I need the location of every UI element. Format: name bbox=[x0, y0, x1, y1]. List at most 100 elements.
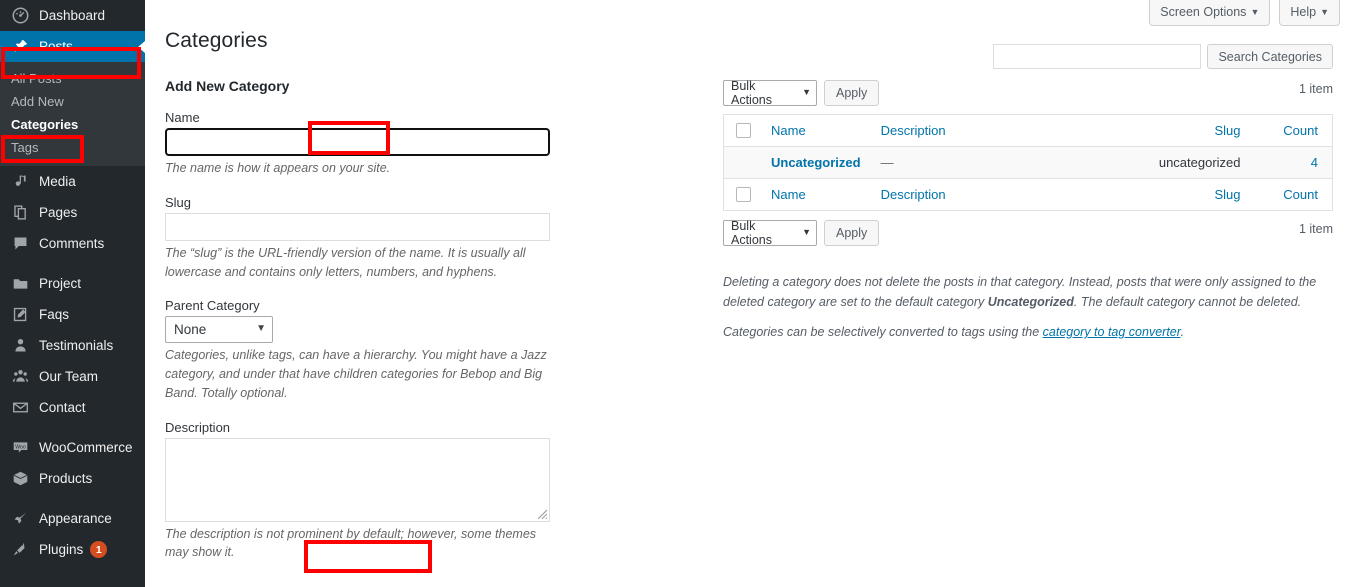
woo-icon: Woo bbox=[10, 438, 30, 458]
convert-notice: Categories can be selectively converted … bbox=[723, 322, 1333, 342]
select-all-checkbox-footer[interactable] bbox=[736, 187, 751, 202]
sidebar-item-label: Appearance bbox=[39, 511, 112, 526]
name-hint: The name is how it appears on your site. bbox=[165, 159, 557, 178]
parent-category-label: Parent Category bbox=[165, 298, 565, 313]
table-body: Uncategorized — uncategorized 4 bbox=[724, 147, 1333, 179]
sidebar-item-add-new[interactable]: Add New bbox=[0, 90, 145, 113]
edit-icon bbox=[10, 305, 30, 325]
sidebar-item-tags[interactable]: Tags bbox=[0, 136, 145, 159]
column-label-slug: Slug bbox=[1214, 187, 1240, 202]
category-description-textarea[interactable] bbox=[165, 438, 550, 522]
apply-button-bottom[interactable]: Apply bbox=[824, 220, 879, 246]
sidebar-item-label: All Posts bbox=[11, 71, 62, 86]
sidebar-item-comments[interactable]: Comments bbox=[0, 228, 145, 259]
table-foot: Name Description Slug Count bbox=[724, 179, 1333, 211]
tablenav-bottom: Bulk Actions ▼ Apply 1 item bbox=[723, 218, 1333, 248]
sidebar-item-categories[interactable]: Categories bbox=[0, 113, 145, 136]
resize-handle-icon[interactable] bbox=[537, 509, 548, 520]
sidebar-item-media[interactable]: Media bbox=[0, 166, 145, 197]
page-title: Categories bbox=[165, 29, 268, 53]
column-footer-description[interactable]: Description bbox=[871, 179, 1064, 211]
table-row: Uncategorized — uncategorized 4 bbox=[724, 147, 1333, 179]
wordpress-admin-screen: Dashboard Posts All Posts Add New Catego… bbox=[0, 0, 1351, 587]
sidebar-item-label: Project bbox=[39, 276, 81, 291]
column-header-name[interactable]: Name bbox=[761, 115, 871, 147]
column-header-description[interactable]: Description bbox=[871, 115, 1064, 147]
portfolio-icon bbox=[10, 274, 30, 294]
slug-hint: The “slug” is the URL-friendly version o… bbox=[165, 244, 557, 282]
bulk-actions-select-bottom[interactable]: Bulk Actions ▼ bbox=[723, 220, 817, 246]
sidebar-item-label: Contact bbox=[39, 400, 86, 415]
sidebar-item-label: Faqs bbox=[39, 307, 69, 322]
sidebar-item-faqs[interactable]: Faqs bbox=[0, 299, 145, 330]
screen-options-button[interactable]: Screen Options ▼ bbox=[1149, 0, 1270, 26]
column-footer-count[interactable]: Count bbox=[1259, 179, 1333, 211]
bulk-actions-select-top[interactable]: Bulk Actions ▼ bbox=[723, 80, 817, 106]
column-header-count[interactable]: Count bbox=[1259, 115, 1333, 147]
chevron-down-icon: ▼ bbox=[802, 227, 811, 237]
pin-icon bbox=[10, 37, 30, 57]
sidebar-item-our-team[interactable]: Our Team bbox=[0, 361, 145, 392]
sidebar-item-all-posts[interactable]: All Posts bbox=[0, 67, 145, 90]
brush-icon bbox=[10, 509, 30, 529]
select-all-checkbox[interactable] bbox=[736, 123, 751, 138]
content-area: Screen Options ▼ Help▼ Categories Search … bbox=[145, 0, 1351, 587]
search-categories-button[interactable]: Search Categories bbox=[1207, 44, 1333, 69]
column-header-slug[interactable]: Slug bbox=[1063, 115, 1258, 147]
convert-notice-part1: Categories can be selectively converted … bbox=[723, 325, 1043, 339]
category-slug-input[interactable] bbox=[165, 213, 550, 241]
column-label-description: Description bbox=[881, 123, 946, 138]
apply-button-top[interactable]: Apply bbox=[824, 80, 879, 106]
table-header-row: Name Description Slug Count bbox=[724, 115, 1333, 147]
sidebar-item-label: Media bbox=[39, 174, 76, 189]
sidebar-item-testimonials[interactable]: Testimonials bbox=[0, 330, 145, 361]
column-label-description: Description bbox=[881, 187, 946, 202]
pages-icon bbox=[10, 203, 30, 223]
description-label: Description bbox=[165, 420, 565, 435]
sidebar-item-dashboard[interactable]: Dashboard bbox=[0, 0, 145, 31]
screen-options-label: Screen Options bbox=[1160, 5, 1246, 19]
chevron-down-icon: ▼ bbox=[1320, 7, 1329, 17]
sidebar-item-contact[interactable]: Contact bbox=[0, 392, 145, 423]
search-input[interactable] bbox=[993, 44, 1201, 69]
sidebar-item-pages[interactable]: Pages bbox=[0, 197, 145, 228]
select-all-header bbox=[724, 115, 762, 147]
chevron-down-icon: ▼ bbox=[802, 87, 811, 97]
form-heading: Add New Category bbox=[165, 78, 565, 94]
column-footer-slug[interactable]: Slug bbox=[1063, 179, 1258, 211]
table-head: Name Description Slug Count bbox=[724, 115, 1333, 147]
chevron-down-icon: ▼ bbox=[1250, 7, 1259, 17]
item-count-bottom: 1 item bbox=[1299, 222, 1333, 236]
category-name-link[interactable]: Uncategorized bbox=[771, 155, 861, 170]
item-count-top: 1 item bbox=[1299, 82, 1333, 96]
sidebar-item-project[interactable]: Project bbox=[0, 268, 145, 299]
sidebar-item-woocommerce[interactable]: Woo WooCommerce bbox=[0, 432, 145, 463]
menu-separator bbox=[0, 494, 145, 503]
table-footer-row: Name Description Slug Count bbox=[724, 179, 1333, 211]
row-description-cell: — bbox=[871, 147, 1064, 179]
sidebar-item-label: Testimonials bbox=[39, 338, 113, 353]
screen-meta-links: Screen Options ▼ Help▼ bbox=[1149, 0, 1340, 26]
sidebar-item-appearance[interactable]: Appearance bbox=[0, 503, 145, 534]
row-select-cell bbox=[724, 147, 762, 179]
category-to-tag-converter-link[interactable]: category to tag converter bbox=[1043, 325, 1181, 339]
menu-separator bbox=[0, 259, 145, 268]
sidebar-item-posts[interactable]: Posts bbox=[0, 31, 145, 62]
category-count-link[interactable]: 4 bbox=[1311, 155, 1318, 170]
sidebar-item-label: Products bbox=[39, 471, 92, 486]
sidebar-item-label: Posts bbox=[39, 39, 73, 54]
sidebar-item-products[interactable]: Products bbox=[0, 463, 145, 494]
sidebar-item-plugins[interactable]: Plugins 1 bbox=[0, 534, 145, 565]
category-name-input[interactable] bbox=[165, 128, 550, 156]
column-footer-name[interactable]: Name bbox=[761, 179, 871, 211]
sidebar-item-label: Comments bbox=[39, 236, 104, 251]
sidebar-item-label: Tags bbox=[11, 140, 38, 155]
row-description-value: — bbox=[881, 155, 894, 170]
parent-category-select[interactable]: None ▼ bbox=[165, 316, 273, 343]
groups-icon bbox=[10, 367, 30, 387]
help-button[interactable]: Help▼ bbox=[1279, 0, 1340, 26]
plug-icon bbox=[10, 540, 30, 560]
row-count-cell: 4 bbox=[1259, 147, 1333, 179]
categories-table: Name Description Slug Count bbox=[723, 114, 1333, 211]
parent-category-value: None bbox=[174, 322, 206, 337]
